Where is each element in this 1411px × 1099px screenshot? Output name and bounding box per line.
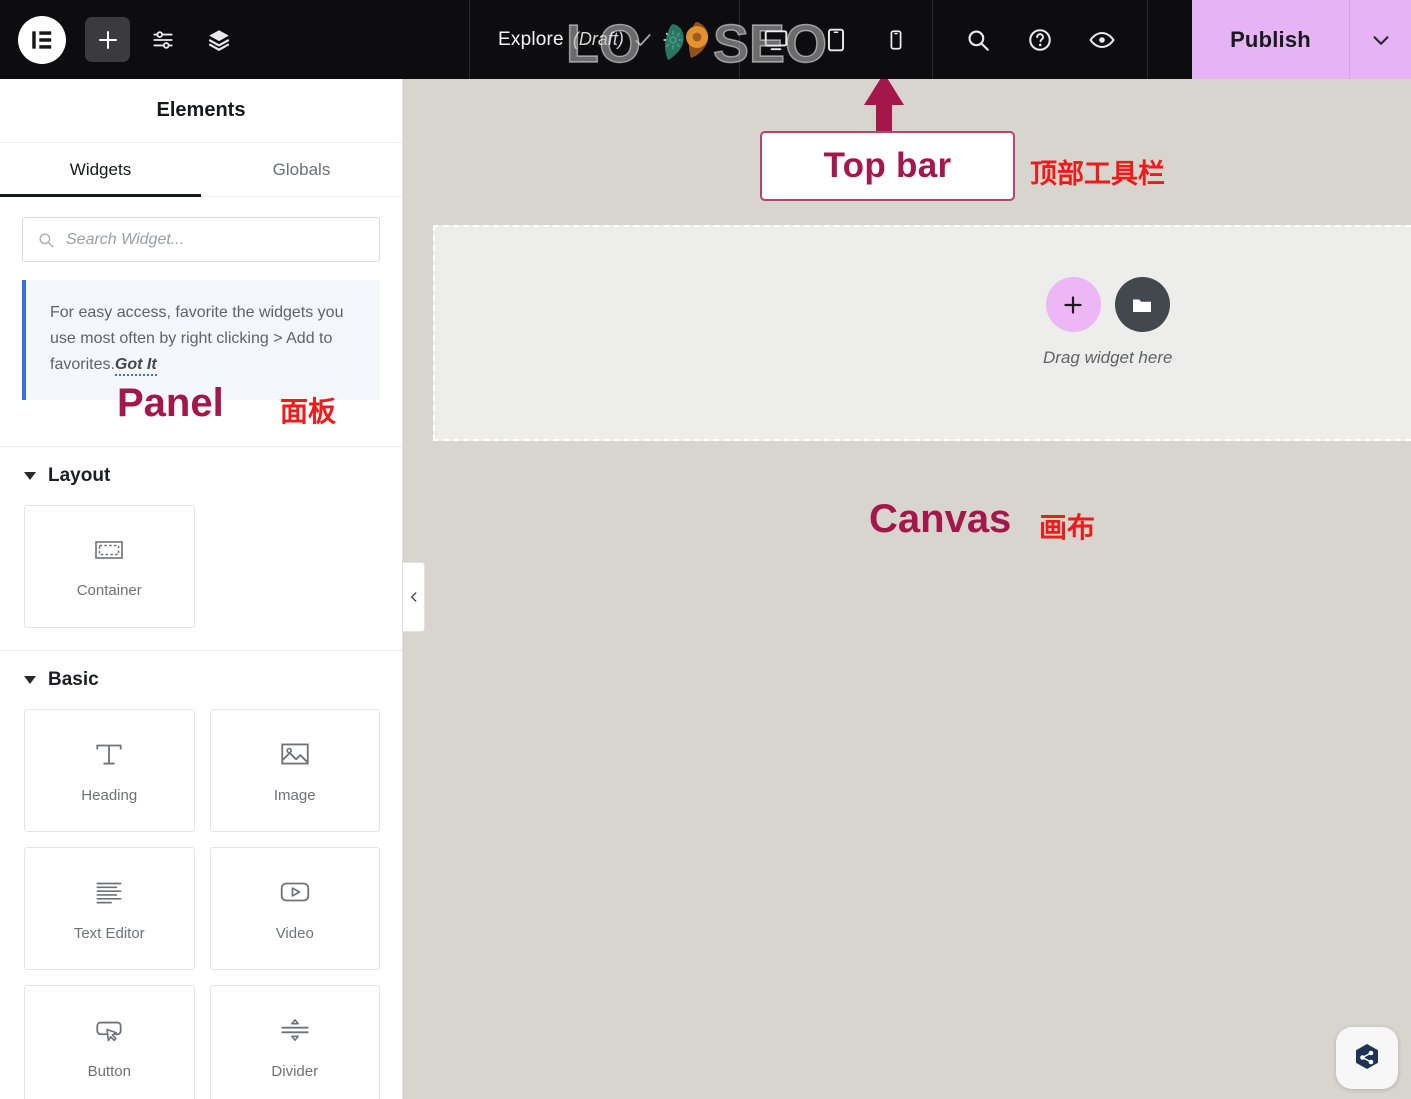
dropzone-label: Drag widget here	[1043, 348, 1173, 367]
widget-text-editor[interactable]: Text Editor	[24, 846, 195, 970]
widget-label: Text Editor	[73, 924, 145, 942]
sliders-icon	[153, 30, 173, 49]
annotation-topbar-en: Top bar	[823, 146, 952, 185]
section-basic-widgets: Heading Image Text Editor Video Button D…	[0, 705, 402, 1099]
text-editor-icon	[96, 882, 122, 904]
question-circle-icon	[1029, 28, 1051, 51]
panel-collapse-button[interactable]	[403, 562, 425, 632]
share-node-icon	[1356, 1044, 1378, 1069]
top-bar: Explore (Draft) Publish	[0, 0, 1411, 79]
structure-layers-button[interactable]	[196, 17, 242, 63]
widget-label: Container	[76, 581, 142, 599]
check-icon	[635, 33, 651, 46]
dropzone[interactable]: Drag widget here	[433, 225, 1411, 441]
document-title-group[interactable]: Explore (Draft)	[470, 0, 740, 79]
section-layout-widgets: Container	[0, 501, 402, 650]
elementor-logo-button[interactable]	[18, 15, 66, 64]
annotation-panel-cn: 面板	[280, 396, 337, 427]
widget-container[interactable]: Container	[24, 504, 195, 628]
publish-group: Publish	[1192, 0, 1411, 79]
search-icon	[968, 29, 989, 51]
widget-label: Divider	[271, 1062, 319, 1080]
widget-video[interactable]: Video	[209, 846, 380, 970]
widget-heading[interactable]: Heading	[24, 708, 195, 832]
layers-icon	[208, 29, 230, 51]
panel-body: For easy access, favorite the widgets yo…	[0, 197, 402, 1099]
widget-label: Heading	[81, 786, 138, 804]
publish-options-button[interactable]	[1349, 0, 1411, 79]
device-tablet-button[interactable]	[806, 0, 866, 79]
annotation-canvas-en: Canvas	[869, 497, 1012, 541]
button-icon	[96, 1021, 122, 1042]
topbar-left-group	[0, 0, 470, 79]
widget-label: Video	[275, 924, 314, 942]
plus-icon	[98, 30, 117, 49]
canvas[interactable]: Drag widget here Top bar 顶部工具栏 Canvas 画布	[403, 79, 1411, 1099]
elements-panel: Elements Widgets Globals For easy access…	[0, 79, 403, 1099]
search-button[interactable]	[947, 0, 1009, 79]
site-settings-button[interactable]	[140, 17, 186, 63]
heading-icon	[96, 744, 122, 765]
add-template-button[interactable]	[1114, 277, 1170, 332]
widget-image[interactable]: Image	[209, 708, 380, 832]
annotation-topbar-box: Top bar	[760, 131, 1015, 201]
help-button[interactable]	[1009, 0, 1071, 79]
publish-button[interactable]: Publish	[1192, 0, 1349, 79]
device-mobile-button[interactable]	[866, 0, 926, 79]
mobile-icon	[890, 29, 902, 50]
chevron-down-icon	[24, 471, 36, 480]
container-icon	[95, 540, 124, 559]
preview-button[interactable]	[1071, 0, 1133, 79]
widget-divider[interactable]: Divider	[209, 984, 380, 1099]
search-icon	[39, 232, 54, 247]
desktop-icon	[764, 29, 788, 50]
search-input[interactable]	[66, 230, 365, 249]
device-mode-group	[740, 0, 933, 79]
device-desktop-button[interactable]	[746, 0, 806, 79]
eye-icon	[1089, 31, 1115, 48]
section-layout-title: Layout	[48, 464, 111, 486]
floating-assistant-button[interactable]	[1336, 1027, 1398, 1089]
elementor-editor: Explore (Draft) Publish LO SEO Elements …	[0, 0, 1411, 1099]
panel-tabs: Widgets Globals	[0, 143, 402, 197]
dropzone-actions	[1045, 277, 1170, 332]
image-icon	[281, 743, 309, 765]
plus-icon	[1064, 295, 1082, 314]
divider-icon	[281, 1018, 309, 1041]
tab-globals[interactable]: Globals	[201, 143, 402, 196]
gear-icon[interactable]	[662, 29, 684, 51]
elementor-logo-icon	[32, 30, 52, 49]
section-basic-header[interactable]: Basic	[0, 651, 402, 705]
annotation-canvas-cn: 画布	[1039, 512, 1096, 543]
document-status: (Draft)	[572, 29, 624, 49]
section-layout: Layout Container	[0, 445, 402, 650]
dropzone-content: Drag widget here	[1043, 277, 1172, 368]
section-layout-header[interactable]: Layout	[0, 447, 402, 501]
got-it-link[interactable]: Got It	[114, 355, 157, 376]
chevron-down-icon	[1372, 35, 1389, 45]
chevron-left-icon	[410, 592, 416, 602]
folder-icon	[1133, 299, 1152, 312]
section-basic-title: Basic	[48, 668, 99, 690]
chevron-down-icon	[24, 675, 36, 684]
widget-label: Image	[273, 786, 316, 804]
panel-header: Elements	[0, 79, 402, 143]
widget-button[interactable]: Button	[24, 984, 195, 1099]
panel-title: Elements	[156, 99, 246, 121]
add-new-container-button[interactable]	[1045, 277, 1101, 332]
annotation-panel-en: Panel	[117, 381, 224, 425]
search-widget-wrap	[0, 197, 402, 278]
search-widget-box[interactable]	[22, 217, 380, 262]
tablet-icon	[827, 28, 845, 51]
video-icon	[280, 882, 309, 902]
notice-text: For easy access, favorite the widgets yo…	[50, 304, 344, 373]
document-title: Explore	[498, 28, 564, 50]
topbar-tools-group	[933, 0, 1148, 79]
section-basic: Basic Heading Image Text Editor Video Bu…	[0, 649, 402, 1099]
tab-widgets[interactable]: Widgets	[0, 143, 201, 197]
widget-label: Button	[87, 1062, 131, 1080]
add-element-button[interactable]	[85, 17, 130, 62]
annotation-topbar-cn: 顶部工具栏	[1030, 159, 1165, 189]
